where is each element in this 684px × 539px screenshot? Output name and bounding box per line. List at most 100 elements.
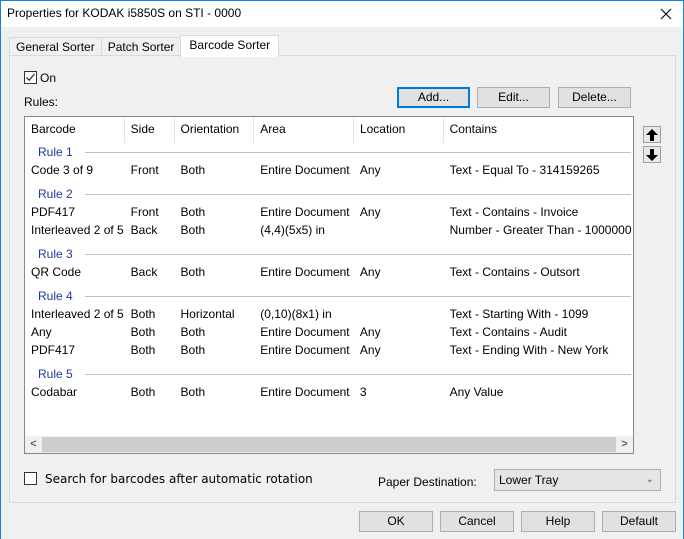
edit-button[interactable]: Edit... — [477, 87, 550, 108]
table-row[interactable]: Code 3 of 9 Front Both Entire Document A… — [25, 161, 633, 179]
cell-location: 3 — [359, 385, 367, 399]
cell-location: Any — [359, 325, 381, 339]
cell-location: Any — [359, 163, 381, 177]
rules-label: Rules: — [24, 95, 59, 109]
column-header-side[interactable]: Side — [125, 117, 175, 143]
cell-barcode: Code 3 of 9 — [31, 163, 94, 177]
cancel-button[interactable]: Cancel — [440, 511, 514, 532]
cell-contains: Text - Contains - Audit — [449, 325, 568, 339]
column-header-contains[interactable]: Contains — [444, 117, 633, 143]
rule-group-divider — [85, 254, 631, 255]
tab-patch-sorter[interactable]: Patch Sorter — [100, 37, 182, 57]
rule-group-header[interactable]: Rule 1 — [25, 143, 633, 161]
cell-orientation: Both — [180, 265, 206, 279]
cell-contains: Text - Contains - Outsort — [449, 265, 580, 279]
default-button[interactable]: Default — [602, 511, 676, 532]
properties-dialog: Properties for KODAK i5850S on STI - 000… — [0, 0, 684, 539]
scroll-right-icon[interactable]: > — [616, 436, 633, 453]
cell-barcode: Interleaved 2 of 5 — [31, 307, 124, 321]
cell-orientation: Both — [180, 325, 206, 339]
tab-barcode-sorter[interactable]: Barcode Sorter — [180, 35, 280, 57]
rule-group-label: Rule 5 — [38, 367, 78, 381]
rule-group-label: Rule 4 — [38, 289, 78, 303]
table-row[interactable]: PDF417 Front Both Entire Document Any Te… — [25, 203, 633, 221]
cell-orientation: Both — [180, 343, 206, 357]
cell-location: Any — [359, 343, 381, 357]
add-button[interactable]: Add... — [397, 87, 470, 108]
cell-area: (4,4)(5x5) in — [260, 223, 325, 237]
rule-group-header[interactable]: Rule 5 — [25, 365, 633, 383]
column-header-area[interactable]: Area — [254, 117, 354, 143]
move-up-button[interactable] — [643, 126, 661, 143]
arrow-up-icon — [646, 128, 658, 141]
rule-group-divider — [85, 152, 631, 153]
cell-orientation: Both — [180, 223, 206, 237]
title-bar: Properties for KODAK i5850S on STI - 000… — [1, 1, 683, 27]
delete-button[interactable]: Delete... — [558, 87, 631, 108]
column-header-barcode[interactable]: Barcode — [25, 117, 125, 143]
rule-group-label: Rule 2 — [38, 187, 78, 201]
rotation-search-checkbox[interactable] — [24, 472, 37, 485]
column-header-location[interactable]: Location — [354, 117, 444, 143]
cell-area: Entire Document — [260, 163, 350, 177]
rule-group-header[interactable]: Rule 2 — [25, 185, 633, 203]
cell-location — [354, 305, 444, 323]
window-title: Properties for KODAK i5850S on STI - 000… — [7, 6, 242, 20]
cell-area: (0,10)(8x1) in — [260, 307, 332, 321]
cell-orientation: Both — [180, 385, 206, 399]
help-button[interactable]: Help — [521, 511, 595, 532]
table-row[interactable]: PDF417 Both Both Entire Document Any Tex… — [25, 341, 633, 359]
cell-orientation: Both — [180, 163, 206, 177]
checkmark-icon — [26, 73, 35, 82]
table-row[interactable]: Interleaved 2 of 5 Both Horizontal (0,10… — [25, 305, 633, 323]
on-checkbox[interactable] — [24, 71, 37, 84]
rule-group-label: Rule 3 — [38, 247, 78, 261]
scrollbar-thumb[interactable] — [42, 437, 616, 452]
cell-area: Entire Document — [260, 343, 350, 357]
barcode-sorter-panel: On Rules: Add... Edit... Delete... Barco… — [9, 55, 676, 503]
cell-location: Any — [359, 205, 381, 219]
rule-group-header[interactable]: Rule 3 — [25, 245, 633, 263]
rule-group-divider — [85, 296, 631, 297]
close-icon — [660, 8, 672, 20]
ok-button[interactable]: OK — [359, 511, 433, 532]
rules-list-header: Barcode Side Orientation Area Location C… — [25, 117, 633, 143]
cell-side: Both — [130, 385, 156, 399]
paper-destination-value: Lower Tray — [499, 473, 559, 487]
cell-side: Both — [130, 307, 156, 321]
table-row[interactable]: QR Code Back Both Entire Document Any Te… — [25, 263, 633, 281]
horizontal-scrollbar[interactable]: < > — [25, 436, 633, 453]
table-row[interactable]: Interleaved 2 of 5 Back Both (4,4)(5x5) … — [25, 221, 633, 239]
cell-barcode: PDF417 — [31, 205, 76, 219]
paper-destination-dropdown[interactable]: Lower Tray ⌄ — [494, 469, 661, 491]
table-row[interactable]: Any Both Both Entire Document Any Text -… — [25, 323, 633, 341]
move-down-button[interactable] — [643, 146, 661, 163]
cell-barcode: QR Code — [31, 265, 82, 279]
cell-side: Front — [130, 163, 159, 177]
cell-location: Any — [359, 265, 381, 279]
chevron-down-icon: ⌄ — [645, 474, 654, 485]
cell-side: Back — [130, 223, 158, 237]
cell-area: Entire Document — [260, 385, 350, 399]
rule-group-divider — [85, 374, 631, 375]
cell-side: Back — [130, 265, 158, 279]
cell-contains: Text - Equal To - 314159265 — [449, 163, 600, 177]
arrow-down-icon — [646, 148, 658, 161]
tab-general-sorter[interactable]: General Sorter — [9, 37, 102, 57]
rules-list[interactable]: Barcode Side Orientation Area Location C… — [24, 116, 634, 454]
cell-side: Both — [130, 325, 156, 339]
rules-list-body: Rule 1 Code 3 of 9 Front Both Entire Doc… — [25, 143, 633, 401]
paper-destination-label: Paper Destination: — [378, 475, 477, 489]
cell-area: Entire Document — [260, 325, 350, 339]
table-row[interactable]: Codabar Both Both Entire Document 3 Any … — [25, 383, 633, 401]
cell-contains: Text - Ending With - New York — [449, 343, 609, 357]
cell-orientation: Both — [180, 205, 206, 219]
rule-group-header[interactable]: Rule 4 — [25, 287, 633, 305]
on-label: On — [40, 71, 57, 85]
close-button[interactable] — [649, 1, 683, 27]
rule-group-label: Rule 1 — [38, 145, 78, 159]
scroll-left-icon[interactable]: < — [25, 436, 42, 453]
column-header-orientation[interactable]: Orientation — [175, 117, 255, 143]
cell-barcode: PDF417 — [31, 343, 76, 357]
cell-contains: Text - Contains - Invoice — [449, 205, 579, 219]
